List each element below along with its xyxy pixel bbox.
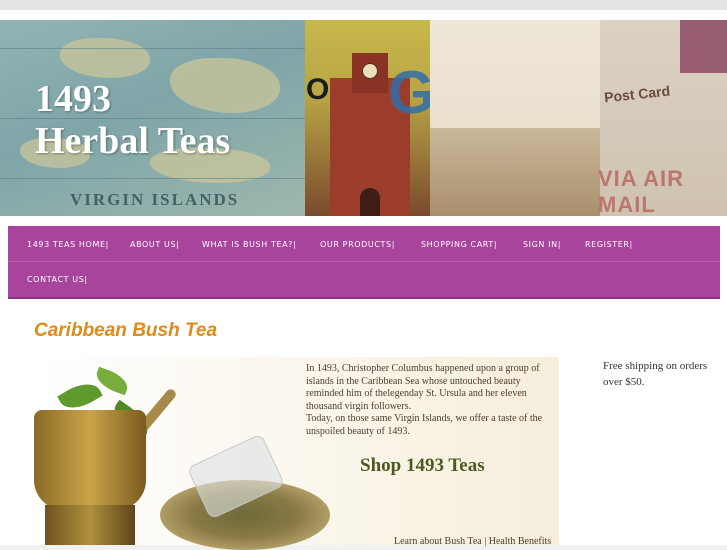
promo-paragraph-today: Today, on those same Virgin Islands, we … bbox=[306, 413, 543, 437]
page-heading: Caribbean Bush Tea bbox=[34, 320, 218, 341]
site-title: 1493 Herbal Teas bbox=[35, 78, 230, 162]
header-banner: VIRGIN ISLANDS ONLY G Post Card VIA AIR … bbox=[0, 18, 727, 216]
banner-torn-top bbox=[0, 14, 727, 20]
main-nav: 1493 TEAS HOME| ABOUT US| WHAT IS BUSH T… bbox=[8, 226, 720, 299]
nav-item-what-is-bush-tea[interactable]: WHAT IS BUSH TEA?| bbox=[202, 240, 296, 249]
nav-item-contact-us[interactable]: CONTACT US| bbox=[27, 275, 88, 284]
learn-links: Learn about Bush Tea | Health Benefits bbox=[394, 536, 551, 547]
airmail-stamp-text: VIA AIR MAIL bbox=[598, 166, 685, 216]
postage-stamp bbox=[680, 18, 727, 73]
nav-item-about-us[interactable]: ABOUT US| bbox=[130, 240, 179, 249]
mortar-image bbox=[34, 410, 146, 510]
tower-door bbox=[360, 188, 380, 216]
sepia-photo bbox=[430, 128, 600, 216]
nav-item-register[interactable]: REGISTER| bbox=[585, 240, 633, 249]
banner-torn-bottom bbox=[0, 216, 727, 222]
clock-icon bbox=[362, 63, 378, 79]
map-label: VIRGIN ISLANDS bbox=[70, 190, 240, 209]
nav-item-our-products[interactable]: OUR PRODUCTS| bbox=[320, 240, 395, 249]
map-gridline bbox=[0, 48, 305, 49]
mortar-base-image bbox=[45, 505, 135, 545]
nav-item-sign-in[interactable]: SIGN IN| bbox=[523, 240, 561, 249]
site-title-line1: 1493 bbox=[35, 78, 111, 120]
collage-letter-g: G bbox=[388, 59, 435, 126]
nav-row-divider bbox=[8, 261, 720, 262]
health-benefits-link[interactable]: Health Benefits bbox=[489, 536, 551, 547]
free-shipping-notice: Free shipping on orders over $50. bbox=[603, 360, 708, 388]
promo-paragraph-history: In 1493, Christopher Columbus happened u… bbox=[306, 363, 540, 412]
learn-bush-tea-link[interactable]: Learn about Bush Tea bbox=[394, 536, 482, 547]
link-separator: | bbox=[481, 536, 489, 547]
nav-item-home[interactable]: 1493 TEAS HOME| bbox=[27, 240, 109, 249]
promo-text: In 1493, Christopher Columbus happened u… bbox=[306, 363, 556, 438]
site-title-line2: Herbal Teas bbox=[35, 120, 231, 162]
nav-item-shopping-cart[interactable]: SHOPPING CART| bbox=[421, 240, 497, 249]
shop-teas-link[interactable]: Shop 1493 Teas bbox=[360, 455, 485, 477]
map-gridline bbox=[0, 178, 305, 179]
